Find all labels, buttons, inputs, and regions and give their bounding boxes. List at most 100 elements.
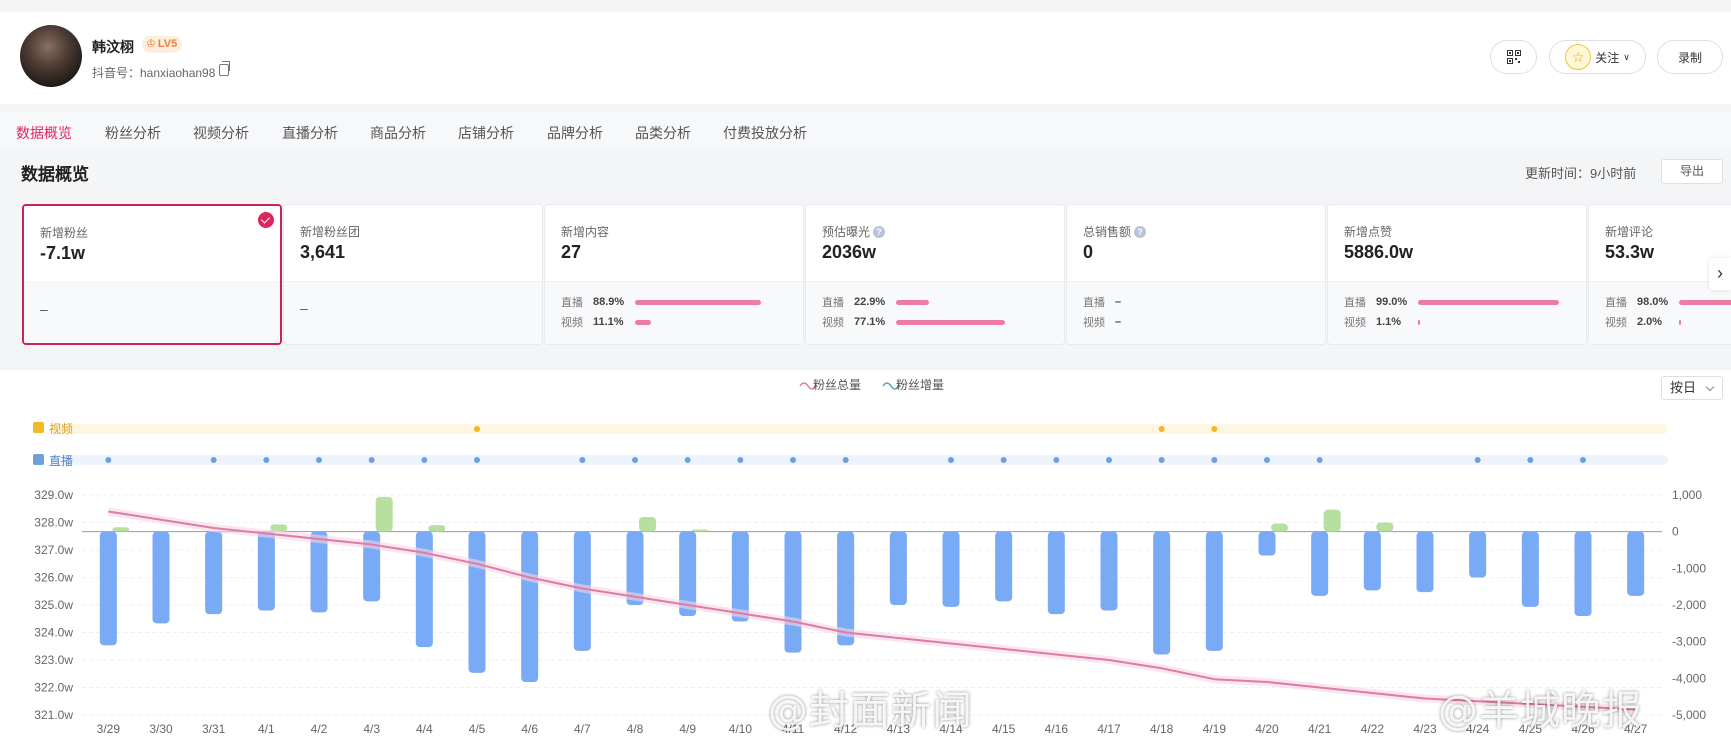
live-marker: [1474, 457, 1481, 463]
x-tick-label: 3/29: [97, 722, 121, 736]
live-marker: [1053, 457, 1060, 463]
live-marker: [474, 457, 480, 463]
fans-delta-bar: [1311, 531, 1329, 596]
live-marker: [1000, 457, 1007, 463]
metric-label: 新增粉丝团: [300, 225, 361, 239]
right-tick-label: -5,000: [1672, 708, 1706, 722]
export-button[interactable]: 导出: [1661, 159, 1723, 184]
crown-icon: ♔: [146, 38, 156, 50]
follow-button[interactable]: ☆ 关注 ∨: [1549, 40, 1646, 74]
help-icon[interactable]: ?: [873, 225, 886, 238]
tab-products[interactable]: 商品分析: [370, 123, 426, 143]
fans-delta-bar: [784, 531, 802, 653]
record-button[interactable]: 录制: [1657, 40, 1723, 74]
fans-delta-positive-bar: [1323, 509, 1341, 532]
left-tick-label: 326.0w: [34, 571, 73, 585]
live-split-row: 直播 98.0%: [1605, 295, 1731, 309]
video-split-row: 视频 2.0%: [1605, 315, 1681, 329]
tab-shop[interactable]: 店铺分析: [458, 123, 514, 143]
tab-video[interactable]: 视频分析: [193, 123, 249, 143]
live-share-bar: [1679, 299, 1731, 305]
help-icon[interactable]: ?: [1134, 225, 1147, 238]
watermark-text: @羊城晚报: [1438, 688, 1643, 734]
tab-live[interactable]: 直播分析: [282, 123, 338, 143]
live-share-bar: [1418, 299, 1559, 305]
right-tick-label: 1,000: [1672, 488, 1702, 502]
video-post-marker: [1158, 426, 1165, 432]
metric-value: 5886.0w: [1344, 242, 1414, 262]
metric-card-new-fan-club[interactable]: 新增粉丝团 3,641 –: [283, 204, 543, 345]
fans-delta-positive-bar: [428, 525, 446, 532]
x-tick-label: 4/16: [1045, 722, 1069, 736]
next-arrow-button[interactable]: ›: [1709, 258, 1731, 290]
metric-card-new-likes[interactable]: 新增点赞 5886.0w 直播 99.0% 视频 1.1%: [1327, 204, 1587, 345]
live-lane-icon: [33, 454, 44, 465]
live-marker: [1158, 457, 1165, 463]
metric-card-new-content[interactable]: 新增内容 27 直播 88.9% 视频 11.1%: [544, 204, 804, 345]
qr-code-icon: [1506, 50, 1521, 64]
fans-delta-bar: [468, 531, 486, 673]
x-tick-label: 4/22: [1361, 722, 1385, 736]
live-split-row: 直播 99.0%: [1344, 295, 1559, 309]
x-tick-label: 4/5: [469, 722, 486, 736]
x-tick-label: 4/17: [1097, 722, 1121, 736]
x-tick-label: 4/1: [258, 722, 275, 736]
x-tick-label: 4/10: [729, 722, 753, 736]
x-tick-label: 4/4: [416, 722, 433, 736]
video-split-row: 视频 77.1%: [822, 315, 1005, 329]
video-share-bar: [1418, 319, 1420, 325]
tab-fans[interactable]: 粉丝分析: [105, 123, 161, 143]
metric-empty: –: [40, 301, 48, 317]
tab-paid-ads[interactable]: 付费投放分析: [723, 123, 807, 143]
live-marker: [1264, 457, 1270, 463]
profile-header: 韩汶栩 ♔ LV5 抖音号：hanxiaohan98 ☆ 关注 ∨ 录制: [0, 12, 1731, 104]
fans-delta-bar: [1205, 531, 1223, 651]
metric-value: 27: [561, 242, 582, 262]
avatar[interactable]: [20, 25, 82, 87]
copy-icon[interactable]: [219, 61, 230, 76]
x-tick-label: 3/30: [149, 722, 173, 736]
live-marker: [1527, 457, 1534, 463]
video-split-row: 视频 11.1%: [561, 315, 651, 329]
live-marker: [421, 457, 428, 463]
fans-delta-bar: [1574, 531, 1592, 616]
left-tick-label: 325.0w: [34, 598, 73, 612]
fans-delta-bar: [152, 531, 170, 624]
video-split-row: 视频 –: [1083, 316, 1122, 329]
watermark-text: @封面新闻: [768, 688, 973, 734]
video-post-marker: [1211, 426, 1218, 432]
user-name: 韩汶栩: [92, 39, 134, 55]
video-split-row: 视频 1.1%: [1344, 315, 1420, 329]
star-icon: ☆: [1565, 44, 1592, 70]
fans-delta-bar: [521, 531, 539, 682]
video-lane: [50, 424, 1668, 434]
live-marker: [263, 457, 270, 463]
left-tick-label: 329.0w: [34, 488, 73, 502]
x-tick-label: 4/3: [363, 722, 380, 736]
right-tick-label: -2,000: [1672, 598, 1706, 612]
right-tick-label: -1,000: [1672, 561, 1706, 575]
metric-card-est-exposure[interactable]: 预估曝光? 2036w 直播 22.9% 视频 77.1%: [805, 204, 1065, 345]
fans-delta-positive-bar: [375, 496, 393, 532]
x-tick-label: 4/2: [311, 722, 328, 736]
video-share-bar: [635, 319, 651, 325]
metric-card-total-sales[interactable]: 总销售额? 0 直播 – 视频 –: [1066, 204, 1326, 345]
metric-card-new-fans[interactable]: 新增粉丝 -7.1w –: [22, 204, 282, 345]
metric-label: 新增评论: [1605, 225, 1654, 239]
x-tick-label: 4/21: [1308, 722, 1332, 736]
x-tick-label: 4/19: [1203, 722, 1227, 736]
tab-bar: 数据概览 粉丝分析 视频分析 直播分析 商品分析 店铺分析 品牌分析 品类分析 …: [0, 112, 1731, 150]
x-tick-label: 4/20: [1255, 722, 1279, 736]
fans-delta-bar: [1469, 531, 1487, 578]
tab-category[interactable]: 品类分析: [635, 123, 691, 143]
live-marker: [1580, 457, 1586, 463]
fans-delta-bar: [1153, 531, 1171, 655]
tab-overview[interactable]: 数据概览: [16, 123, 72, 143]
interval-select[interactable]: 按日: [1661, 376, 1723, 400]
tab-brand[interactable]: 品牌分析: [547, 123, 603, 143]
fans-delta-bar: [310, 531, 328, 613]
qr-code-button[interactable]: [1490, 40, 1537, 74]
live-marker: [737, 457, 744, 463]
left-tick-label: 322.0w: [34, 681, 73, 695]
section-title: 数据概览: [21, 165, 89, 184]
